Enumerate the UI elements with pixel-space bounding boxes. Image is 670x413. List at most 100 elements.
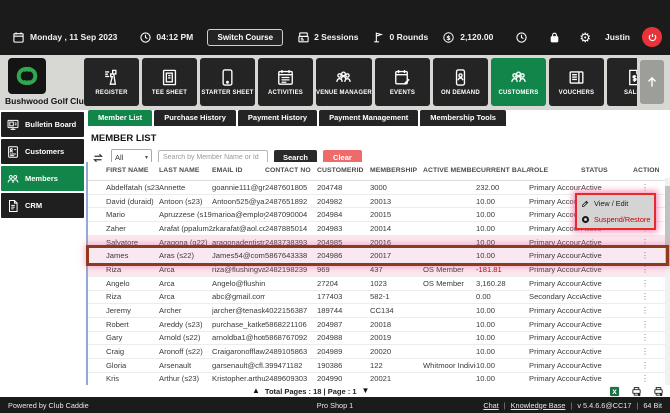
switch-course-button[interactable]: Switch Course bbox=[207, 29, 283, 46]
cell-last-name: Arafat (ppalum22) bbox=[159, 222, 212, 235]
table-row[interactable]: CraigAronoff (s22)Craigaronofflaw@248910… bbox=[88, 345, 666, 359]
export-buttons: X bbox=[609, 385, 664, 397]
pagination-text: Total Pages : 18 | Page : 1 bbox=[265, 387, 357, 396]
cell-membership: 20020 bbox=[370, 345, 423, 358]
toolbar-button-label: VENUE MANAGER bbox=[316, 90, 372, 96]
gear-icon[interactable]: ⚙ bbox=[579, 31, 591, 44]
app-arch: 64 Bit bbox=[643, 401, 662, 410]
cell-current-balance: 10.00 bbox=[476, 236, 529, 249]
venue-manager-icon bbox=[334, 68, 353, 87]
separator: | bbox=[504, 401, 506, 410]
cell-last-name: Archer bbox=[159, 304, 212, 317]
collapse-toolbar-button[interactable] bbox=[640, 60, 664, 104]
cell-contact-no: 2482198239 bbox=[265, 263, 317, 276]
menu-item-suspend-restore[interactable]: Suspend/Restore bbox=[577, 211, 654, 227]
cell-active-membership: Whitmoor Individu bbox=[423, 359, 476, 372]
cell-last-name: Arca bbox=[159, 263, 212, 276]
cell-email-id: Angelo@flushingv bbox=[212, 277, 265, 290]
top-bar: Monday , 11 Sep 2023 04:12 PM Switch Cou… bbox=[0, 0, 670, 55]
menu-item-view-edit[interactable]: View / Edit bbox=[577, 195, 654, 211]
toolbar-button-customers[interactable]: CUSTOMERS bbox=[491, 58, 546, 106]
current-date: Monday , 11 Sep 2023 bbox=[30, 32, 117, 42]
power-button[interactable] bbox=[642, 27, 662, 47]
row-actions-menu-icon[interactable]: ⋮ bbox=[633, 318, 659, 331]
cell-membership: 1023 bbox=[370, 277, 423, 290]
pagination-bar: ▲ Total Pages : 18 | Page : 1 ▼ X bbox=[0, 385, 670, 397]
status-bar: Powered by Club Caddie Pro Shop 1 Chat |… bbox=[0, 397, 670, 413]
cell-first-name: Gary bbox=[106, 331, 159, 344]
row-actions-menu-icon[interactable]: ⋮ bbox=[633, 331, 659, 344]
row-actions-menu-icon[interactable]: ⋮ bbox=[633, 304, 659, 317]
column-header-email-id: EMAIL ID bbox=[212, 162, 265, 180]
cell-first-name: Kris bbox=[106, 372, 159, 385]
toolbar-button-tee-sheet[interactable]: TEE SHEET bbox=[142, 58, 197, 106]
table-row[interactable]: JamesAras (s22)James54@comcas58676433382… bbox=[88, 249, 666, 263]
username: Justin bbox=[605, 32, 630, 42]
row-actions-menu-icon[interactable]: ⋮ bbox=[633, 249, 659, 262]
column-header-customerid: CUSTOMERID bbox=[317, 162, 370, 180]
excel-export-icon[interactable]: X bbox=[609, 386, 620, 397]
cell-role: Primary Account bbox=[529, 318, 581, 331]
cell-current-balance: 10.00 bbox=[476, 359, 529, 372]
page-down-icon[interactable]: ▼ bbox=[362, 387, 370, 395]
rounds-count: 0 Rounds bbox=[389, 32, 428, 42]
table-row[interactable]: RobertAreddy (s23)purchase_katke@5868221… bbox=[88, 318, 666, 332]
toolbar-button-register[interactable]: REGISTER bbox=[84, 58, 139, 106]
print-settings-icon[interactable] bbox=[653, 386, 664, 397]
page-up-icon[interactable]: ▲ bbox=[252, 387, 260, 395]
cell-email-id: abc@gmail.com bbox=[212, 290, 265, 303]
toolbar-button-vouchers[interactable]: VOUCHERS bbox=[549, 58, 604, 106]
clock-status-icon[interactable] bbox=[515, 31, 528, 44]
table-row[interactable]: JeremyArcherjarcher@tenaska.c40221563871… bbox=[88, 304, 666, 318]
table-row[interactable]: SalvatoreAragona (g22)aragonadentistry@2… bbox=[88, 236, 666, 250]
tab-membership-tools[interactable]: Membership Tools bbox=[420, 110, 506, 126]
cell-last-name: Aragona (g22) bbox=[159, 236, 212, 249]
vertical-scrollbar[interactable] bbox=[665, 178, 670, 385]
sidebar-item-label: Members bbox=[25, 174, 58, 183]
print-export-icon[interactable] bbox=[631, 386, 642, 397]
toolbar-button-activities[interactable]: ACTIVITIES bbox=[258, 58, 313, 106]
tab-payment-management[interactable]: Payment Management bbox=[319, 110, 418, 126]
chat-link[interactable]: Chat bbox=[483, 401, 498, 410]
column-header-last-name: LAST NAME bbox=[159, 162, 212, 180]
sidebar-item-members[interactable]: Members bbox=[1, 166, 84, 191]
row-actions-menu-icon[interactable]: ⋮ bbox=[633, 263, 659, 276]
sidebar-item-bulletin-board[interactable]: Bulletin Board bbox=[1, 112, 84, 137]
cell-status: Active bbox=[581, 290, 633, 303]
table-row[interactable]: KrisArthur (s23)Kristopher.arthur@248960… bbox=[88, 373, 666, 385]
table-row[interactable]: GaryArnold (s22)arnoldba1@hotm5868767092… bbox=[88, 332, 666, 346]
scrollbar-thumb[interactable] bbox=[665, 186, 670, 266]
cell-role: Primary Account bbox=[529, 277, 581, 290]
cell-last-name: Areddy (s23) bbox=[159, 318, 212, 331]
table-row[interactable]: AngeloArcaAngelo@flushingv272041023OS Me… bbox=[88, 277, 666, 291]
toolbar-button-on-demand[interactable]: ON DEMAND bbox=[433, 58, 488, 106]
cell-current-balance: 10.00 bbox=[476, 372, 529, 385]
row-actions-menu-icon[interactable]: ⋮ bbox=[633, 359, 659, 372]
cell-customer-id: 969 bbox=[317, 263, 370, 276]
row-actions-menu-icon[interactable]: ⋮ bbox=[633, 290, 659, 303]
sidebar-item-customers[interactable]: Customers bbox=[1, 139, 84, 164]
toolbar-button-starter-sheet[interactable]: STARTER SHEET bbox=[200, 58, 255, 106]
table-row[interactable]: RizaArcaabc@gmail.com177403582-10.00Seco… bbox=[88, 291, 666, 305]
toolbar-button-venue-manager[interactable]: VENUE MANAGER bbox=[316, 58, 372, 106]
knowledge-base-link[interactable]: Knowledge Base bbox=[511, 401, 566, 410]
row-actions-menu-icon[interactable]: ⋮ bbox=[633, 181, 659, 194]
calendar-icon bbox=[12, 31, 25, 44]
toolbar-button-events[interactable]: EVENTS bbox=[375, 58, 430, 106]
sidebar-item-crm[interactable]: CRM bbox=[1, 193, 84, 218]
row-actions-menu-icon[interactable]: ⋮ bbox=[633, 236, 659, 249]
tab-payment-history[interactable]: Payment History bbox=[238, 110, 317, 126]
toolbar-button-sales[interactable]: SALES bbox=[607, 58, 637, 106]
table-row[interactable]: RizaArcariza@flushingvalle24821982399694… bbox=[88, 263, 666, 277]
cell-membership: 582-1 bbox=[370, 290, 423, 303]
cell-email-id: James54@comcas bbox=[212, 249, 265, 262]
row-actions-menu-icon[interactable]: ⋮ bbox=[633, 372, 659, 385]
table-row[interactable]: GloriaArsenaultgarsenault@cfl.rr.c399471… bbox=[88, 359, 666, 373]
caret-down-icon: ▾ bbox=[145, 154, 148, 161]
tab-member-list[interactable]: Member List bbox=[88, 110, 152, 126]
row-actions-menu-icon[interactable]: ⋮ bbox=[633, 345, 659, 358]
lock-icon[interactable] bbox=[548, 31, 561, 44]
row-actions-menu-icon[interactable]: ⋮ bbox=[633, 277, 659, 290]
tab-purchase-history[interactable]: Purchase History bbox=[154, 110, 236, 126]
cell-current-balance: 10.00 bbox=[476, 222, 529, 235]
